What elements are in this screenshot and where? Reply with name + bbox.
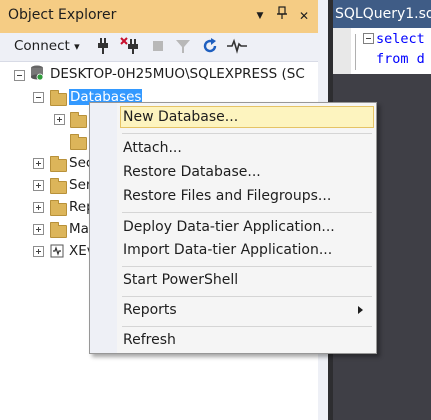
menu-item-attach[interactable]: Attach... (123, 137, 182, 159)
close-icon[interactable]: ✕ (294, 5, 314, 27)
tree-item-management[interactable]: Ma (69, 219, 89, 239)
menu-item-new-database[interactable]: New Database... (123, 106, 238, 128)
menu-item-import-data-tier[interactable]: Import Data-tier Application... (123, 239, 332, 261)
editor-tab[interactable]: SQLQuery1.sql (333, 0, 431, 28)
folder-icon (50, 178, 67, 194)
expand-icon[interactable] (33, 202, 44, 213)
context-menu-icon-column (90, 103, 117, 353)
collapse-server-icon[interactable] (14, 70, 25, 81)
context-menu: New Database... Attach... Restore Databa… (89, 102, 377, 354)
filter-icon[interactable] (173, 36, 193, 56)
folder-icon (50, 90, 67, 106)
connect-label: Connect (14, 38, 70, 54)
collapse-databases-icon[interactable] (33, 92, 44, 103)
menu-separator (122, 326, 372, 327)
menu-separator (122, 296, 372, 297)
collapse-region-icon[interactable] (363, 33, 374, 44)
server-icon (30, 65, 44, 81)
folder-icon (70, 112, 87, 128)
expand-icon[interactable] (33, 246, 44, 257)
menu-item-start-powershell[interactable]: Start PowerShell (123, 269, 238, 291)
connect-plug-icon[interactable] (93, 36, 113, 56)
menu-item-reports[interactable]: Reports (123, 299, 177, 321)
chevron-down-icon: ▾ (74, 40, 80, 53)
submenu-arrow-icon (358, 306, 363, 314)
object-explorer-toolbar: Connect ▾ (0, 33, 328, 62)
disconnect-plug-icon[interactable] (119, 36, 139, 56)
expand-icon[interactable] (33, 158, 44, 169)
object-explorer-title-bar[interactable]: Object Explorer ▼ ✕ (0, 0, 328, 33)
connect-button[interactable]: Connect ▾ (14, 38, 80, 54)
folder-icon (50, 156, 67, 172)
tree-item-server[interactable]: DESKTOP-0H25MUO\SQLEXPRESS (SC (50, 64, 305, 84)
xevent-profiler-icon (50, 244, 64, 258)
code-outline-line (355, 34, 356, 70)
folder-icon (50, 200, 67, 216)
menu-item-restore-files[interactable]: Restore Files and Filegroups... (123, 185, 331, 207)
object-explorer-title: Object Explorer (8, 7, 117, 23)
stop-icon[interactable] (148, 36, 168, 56)
pin-icon[interactable] (272, 5, 292, 27)
menu-item-deploy-data-tier[interactable]: Deploy Data-tier Application... (123, 216, 335, 238)
expand-icon[interactable] (33, 180, 44, 191)
editor-gutter (333, 28, 351, 74)
menu-separator (122, 266, 372, 267)
activity-monitor-icon[interactable] (226, 36, 247, 56)
menu-separator (122, 212, 372, 213)
folder-icon (50, 222, 67, 238)
menu-separator (122, 133, 372, 134)
menu-item-restore-database[interactable]: Restore Database... (123, 161, 261, 183)
expand-icon[interactable] (54, 114, 65, 125)
expand-icon[interactable] (33, 224, 44, 235)
code-line-2: from d (376, 51, 425, 67)
window-position-dropdown-icon[interactable]: ▼ (250, 5, 270, 27)
menu-item-refresh[interactable]: Refresh (123, 329, 176, 351)
refresh-icon[interactable] (200, 36, 220, 56)
folder-icon (70, 134, 87, 150)
code-line-1: select (376, 31, 425, 47)
